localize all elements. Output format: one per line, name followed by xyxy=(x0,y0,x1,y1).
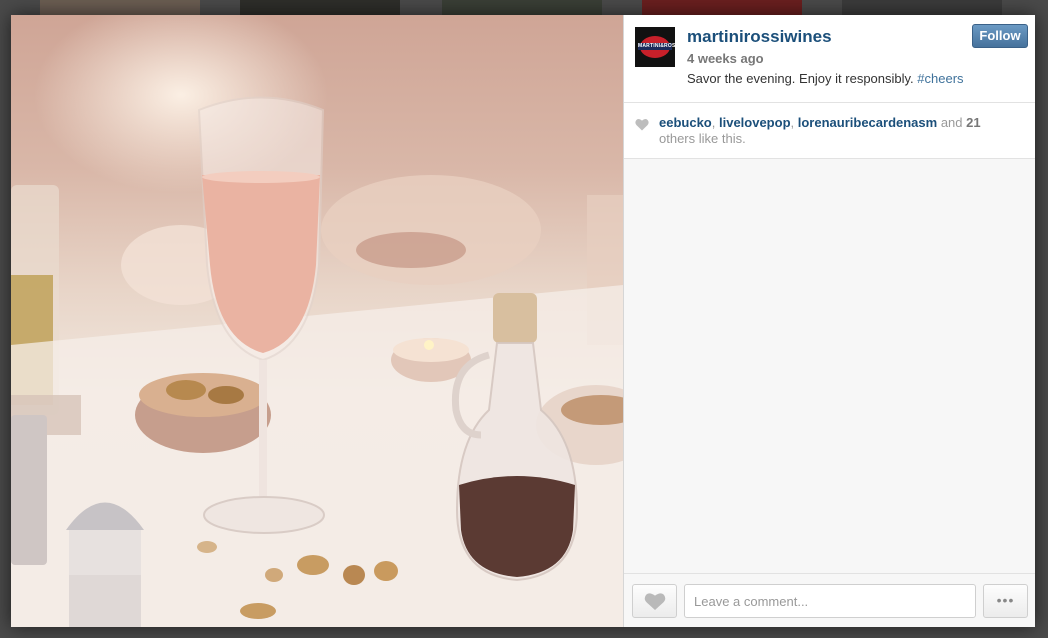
likes-and: and xyxy=(940,115,963,130)
likes-suffix: others like this. xyxy=(659,131,746,146)
hashtag-link[interactable]: #cheers xyxy=(917,71,963,86)
likes-count[interactable]: 21 xyxy=(966,115,980,130)
comment-input[interactable] xyxy=(684,584,976,618)
likes-section: eebucko, livelovepop, lorenauribecardena… xyxy=(624,103,1035,159)
avatar[interactable]: MARTINI&ROSSI xyxy=(635,27,675,67)
liker-link[interactable]: eebucko xyxy=(659,115,712,130)
side-panel: MARTINI&ROSSI martinirossiwines 4 weeks … xyxy=(623,15,1035,627)
liker-link[interactable]: lorenauribecardenasm xyxy=(798,115,937,130)
post-caption: Savor the evening. Enjoy it responsibly.… xyxy=(687,71,964,86)
post-photo xyxy=(11,15,623,627)
post-timestamp: 4 weeks ago xyxy=(687,51,764,66)
caption-text: Savor the evening. Enjoy it responsibly. xyxy=(687,71,914,86)
liker-link[interactable]: livelovepop xyxy=(719,115,791,130)
more-options-button[interactable]: ••• xyxy=(983,584,1028,618)
feed-thumbnail[interactable] xyxy=(240,0,400,16)
photo-modal: MARTINI&ROSSI martinirossiwines 4 weeks … xyxy=(11,15,1035,627)
likes-text: eebucko, livelovepop, lorenauribecardena… xyxy=(659,115,981,146)
like-button[interactable] xyxy=(632,584,677,618)
heart-icon xyxy=(644,593,666,610)
heart-icon xyxy=(635,118,649,131)
feed-thumbnail[interactable] xyxy=(642,0,802,16)
background-feed xyxy=(0,0,1048,16)
follow-button[interactable]: Follow xyxy=(972,24,1028,48)
comment-bar: ••• xyxy=(624,573,1035,627)
feed-thumbnail[interactable] xyxy=(442,0,602,16)
post-header: MARTINI&ROSSI martinirossiwines 4 weeks … xyxy=(624,15,1035,103)
feed-thumbnail[interactable] xyxy=(842,0,1002,16)
feed-thumbnail[interactable] xyxy=(40,0,200,16)
avatar-logo-text: MARTINI&ROSSI xyxy=(638,43,675,50)
username-link[interactable]: martinirossiwines xyxy=(687,27,832,47)
photo-illustration xyxy=(11,96,623,627)
